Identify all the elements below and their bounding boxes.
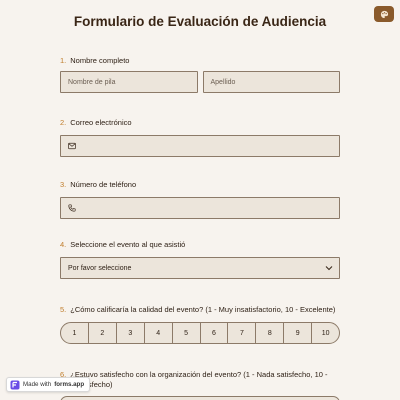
question-text: Número de teléfono xyxy=(70,180,137,189)
question-number: 1. xyxy=(60,56,67,65)
question-text: ¿Estuvo satisfecho con la organización d… xyxy=(60,370,328,389)
rating-option[interactable]: 7 xyxy=(228,323,257,343)
question-number: 3. xyxy=(60,180,67,189)
rating-option[interactable]: 5 xyxy=(173,323,201,343)
question-label: 6. ¿Estuvo satisfecho con la organización… xyxy=(60,370,340,390)
question-label: 1. Nombre completo xyxy=(60,56,340,66)
badge-prefix: Made with xyxy=(23,381,52,388)
phone-input[interactable] xyxy=(60,197,340,219)
phone-icon xyxy=(68,204,76,212)
first-name-input[interactable]: Nombre de pila xyxy=(60,71,198,93)
question-email: 2. Correo electrónico xyxy=(60,118,340,157)
question-text: Seleccione el evento al que asistió xyxy=(70,240,186,249)
rating-option[interactable]: 4 xyxy=(145,323,173,343)
question-number: 5. xyxy=(60,305,67,314)
question-label: 3. Número de teléfono xyxy=(60,180,340,190)
question-full-name: 1. Nombre completo Nombre de pila Apellid… xyxy=(60,56,340,93)
question-text: ¿Cómo calificaría la calidad del evento?… xyxy=(70,305,336,314)
question-label: 2. Correo electrónico xyxy=(60,118,340,128)
badge-brand: forms.app xyxy=(54,381,85,388)
event-select[interactable]: Por favor seleccione xyxy=(60,257,340,279)
question-quality-rating: 5. ¿Cómo calificaría la calidad del event… xyxy=(60,305,340,344)
question-number: 4. xyxy=(60,240,67,249)
last-name-input[interactable]: Apellido xyxy=(202,71,340,93)
rating-option[interactable]: 3 xyxy=(117,323,145,343)
email-input[interactable] xyxy=(60,135,340,157)
envelope-icon xyxy=(68,142,76,150)
question-phone: 3. Número de teléfono xyxy=(60,180,340,219)
rating-option[interactable]: 10 xyxy=(312,323,339,343)
rating-option[interactable]: 2 xyxy=(89,323,117,343)
rating-option[interactable]: 9 xyxy=(284,323,313,343)
forms-app-logo-icon xyxy=(10,380,20,389)
page-title: Formulario de Evaluación de Audiencia xyxy=(73,14,327,29)
chevron-down-icon xyxy=(325,266,333,271)
event-select-value: Por favor seleccione xyxy=(68,264,132,272)
rating-option[interactable]: 8 xyxy=(256,323,285,343)
rating-option[interactable]: 6 xyxy=(201,323,229,343)
rating-scale: 1 2 3 4 5 6 7 8 9 10 xyxy=(60,322,340,344)
question-number: 2. xyxy=(60,118,67,127)
question-organization-rating: 6. ¿Estuvo satisfecho con la organización… xyxy=(60,370,340,390)
question-text: Nombre completo xyxy=(70,56,130,65)
question-event: 4. Seleccione el evento al que asistió Po… xyxy=(60,240,340,279)
rating-option[interactable]: 1 xyxy=(61,323,89,343)
made-with-badge[interactable]: Made with forms.app xyxy=(6,377,91,392)
question-text: Correo electrónico xyxy=(70,118,132,127)
question-label: 4. Seleccione el evento al que asistió xyxy=(60,240,340,250)
rating-scale[interactable] xyxy=(60,396,340,400)
question-label: 5. ¿Cómo calificaría la calidad del event… xyxy=(60,305,340,315)
